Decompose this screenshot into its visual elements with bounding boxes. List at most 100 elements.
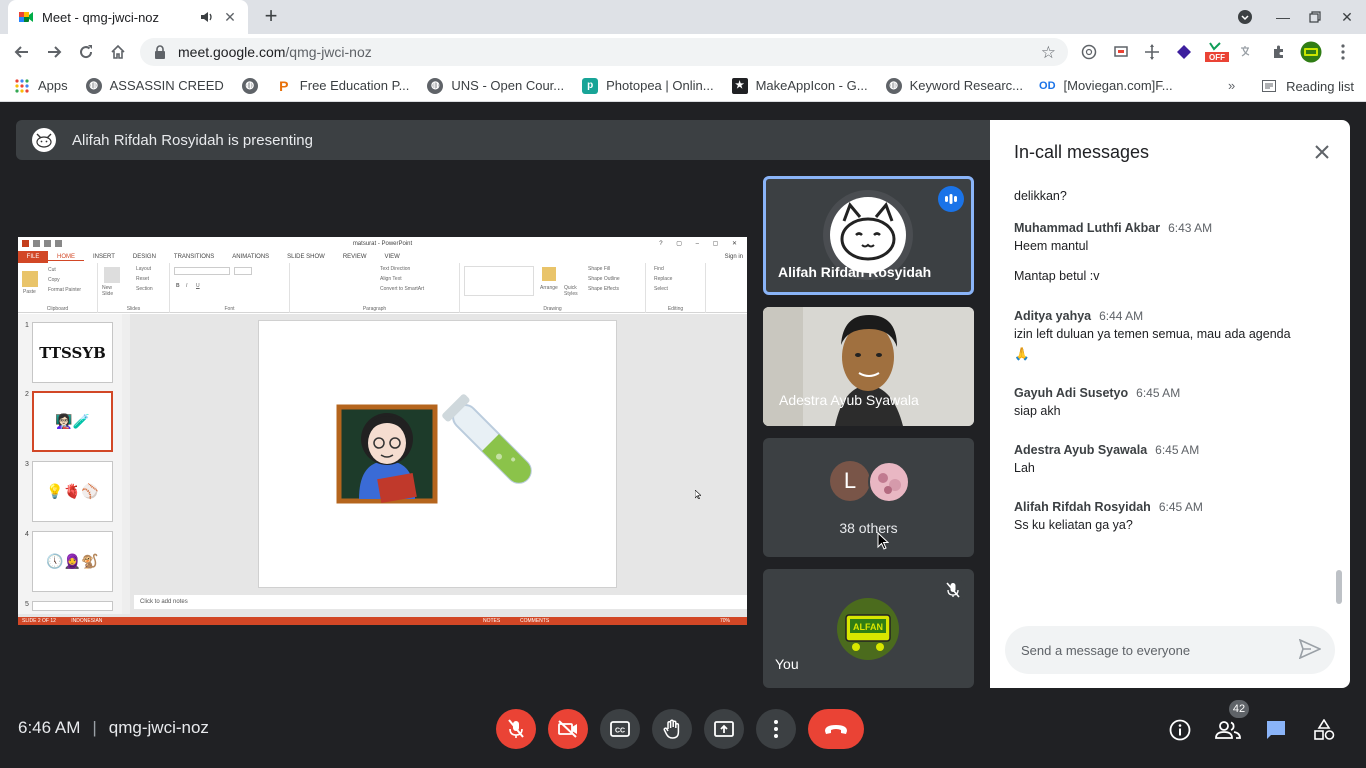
browser-tab[interactable]: Meet - qmg-jwci-noz ✕ (8, 0, 248, 34)
cut-button[interactable]: Cut (48, 267, 56, 273)
captions-button[interactable]: CC (600, 709, 640, 749)
shapes-gallery[interactable] (464, 266, 534, 296)
chat-message-input[interactable] (1021, 642, 1291, 658)
new-slide-icon[interactable] (104, 267, 120, 283)
slide-thumbnail-2[interactable]: 👩🏻‍🏫🧪 (32, 391, 113, 452)
window-close-icon[interactable]: ✕ (1330, 0, 1364, 34)
layout-button[interactable]: Layout (136, 266, 151, 272)
notes-pane[interactable]: Click to add notes (134, 595, 747, 609)
reload-icon[interactable] (74, 40, 98, 64)
status-notes[interactable]: NOTES (483, 617, 500, 625)
ppt-tab-slide-show[interactable]: SLIDE SHOW (278, 254, 334, 260)
bookmark-free-education[interactable]: P Free Education P... (275, 77, 409, 94)
tab-audio-icon[interactable] (200, 10, 214, 24)
tab-search-icon[interactable] (1228, 0, 1262, 34)
participant-tile-alifah[interactable]: Alifah Rifdah Rosyidah (763, 176, 974, 295)
minimize-icon[interactable]: — (1266, 0, 1300, 34)
meeting-details-button[interactable] (1166, 716, 1194, 744)
bookmark-assassin-creed[interactable]: ◍ ASSASSIN CREED (85, 77, 224, 94)
chat-button[interactable] (1262, 716, 1290, 744)
browser-menu-icon[interactable] (1332, 41, 1354, 63)
ppt-tab-home[interactable]: HOME (48, 254, 84, 261)
copy-button[interactable]: Copy (48, 277, 60, 283)
select-button[interactable]: Select (654, 286, 668, 292)
tab-close-icon[interactable]: ✕ (222, 9, 238, 25)
convert-smartart-button[interactable]: Convert to SmartArt (380, 286, 424, 292)
font-size-field[interactable] (234, 267, 252, 275)
camera-toggle-button[interactable] (548, 709, 588, 749)
participant-tile-adestra[interactable]: Adestra Ayub Syawala (763, 307, 974, 426)
bookmark-moviegan[interactable]: OD [Moviegan.com]F... (1039, 78, 1173, 93)
shape-outline-button[interactable]: Shape Outline (588, 276, 620, 282)
slide-thumbnail-3[interactable]: 💡🫀⚾ (32, 461, 113, 522)
chat-scrollbar[interactable] (1336, 570, 1342, 604)
chat-close-button[interactable] (1308, 138, 1336, 166)
home-icon[interactable] (106, 40, 130, 64)
extension-move-icon[interactable] (1141, 41, 1163, 63)
extension-diamond-icon[interactable] (1173, 41, 1195, 63)
participant-tile-you[interactable]: ALFAN You (763, 569, 974, 688)
reset-button[interactable]: Reset (136, 276, 149, 282)
ppt-tab-transitions[interactable]: TRANSITIONS (165, 254, 223, 260)
bold-icon[interactable]: B (176, 283, 180, 289)
thumbnail-scrollbar[interactable] (122, 314, 130, 614)
more-bookmarks-icon[interactable]: » (1228, 78, 1235, 93)
ppt-tab-design[interactable]: DESIGN (124, 254, 165, 260)
replace-button[interactable]: Replace (654, 276, 672, 282)
forward-icon[interactable] (42, 40, 66, 64)
bookmark-apps[interactable]: Apps (14, 78, 68, 94)
find-button[interactable]: Find (654, 266, 664, 272)
bookmark-uns[interactable]: ◍ UNS - Open Cour... (427, 77, 564, 94)
profile-avatar-icon[interactable] (1300, 41, 1322, 63)
text-direction-button[interactable]: Text Direction (380, 266, 410, 272)
arrange-icon[interactable] (542, 267, 556, 281)
extension-off-icon[interactable]: OFF (1204, 41, 1230, 63)
align-text-button[interactable]: Align Text (380, 276, 402, 282)
format-painter-button[interactable]: Format Painter (48, 287, 81, 293)
ppt-sign-in[interactable]: Sign in (725, 254, 743, 260)
present-now-button[interactable] (704, 709, 744, 749)
extension-translate-icon[interactable] (1236, 41, 1258, 63)
ppt-tab-insert[interactable]: INSERT (84, 254, 124, 260)
extensions-puzzle-icon[interactable] (1268, 41, 1290, 63)
new-tab-button[interactable]: + (260, 5, 282, 28)
extension-circle-icon[interactable] (1078, 41, 1100, 63)
ppt-tab-animations[interactable]: ANIMATIONS (223, 254, 278, 260)
restore-icon[interactable] (1298, 0, 1332, 34)
slide-thumbnail-1[interactable]: TTSSYB (32, 322, 113, 383)
shape-effects-button[interactable]: Shape Effects (588, 286, 619, 292)
status-zoom[interactable]: 70% (720, 617, 730, 625)
leave-call-button[interactable] (808, 709, 864, 749)
italic-icon[interactable]: I (186, 283, 187, 289)
section-button[interactable]: Section (136, 286, 153, 292)
reading-list-button[interactable]: Reading list (1262, 70, 1354, 102)
back-icon[interactable] (10, 40, 34, 64)
shape-fill-button[interactable]: Shape Fill (588, 266, 610, 272)
bookmark-star-icon[interactable]: ☆ (1041, 43, 1056, 63)
participant-tile-others[interactable]: L 38 others (763, 438, 974, 557)
bookmark-photopea[interactable]: p Photopea | Onlin... (582, 77, 714, 94)
bookmark-keyword[interactable]: ◍ Keyword Researc... (885, 77, 1023, 94)
raise-hand-button[interactable] (652, 709, 692, 749)
shared-screen[interactable]: matsurat - PowerPoint ? ▢ – ▢ ✕ FILE HOM… (18, 237, 747, 625)
bookmark-makeappicon[interactable]: ★ MakeAppIcon - G... (731, 77, 868, 94)
status-comments[interactable]: COMMENTS (520, 617, 549, 625)
ppt-tab-view[interactable]: VIEW (376, 254, 409, 260)
slide-thumbnail-4[interactable]: 🕔🧕🐒 (32, 531, 113, 592)
font-name-field[interactable] (174, 267, 230, 275)
quick-styles-label[interactable]: Quick Styles (564, 285, 586, 297)
send-icon[interactable] (1299, 639, 1321, 659)
participants-button[interactable] (1214, 716, 1242, 744)
bookmark-globe[interactable]: ◍ (241, 77, 266, 94)
activities-button[interactable] (1310, 716, 1338, 744)
more-options-button[interactable] (756, 709, 796, 749)
ppt-tab-file[interactable]: FILE (18, 251, 48, 263)
extension-cast-icon[interactable] (1110, 41, 1132, 63)
paste-icon[interactable] (22, 271, 38, 287)
underline-icon[interactable]: U (196, 283, 200, 289)
slide-thumbnail-5[interactable] (32, 601, 113, 611)
microphone-toggle-button[interactable] (496, 709, 536, 749)
current-slide[interactable] (258, 320, 617, 588)
ppt-tab-review[interactable]: REVIEW (334, 254, 376, 260)
address-bar[interactable]: meet.google.com/qmg-jwci-noz ☆ (140, 38, 1068, 66)
